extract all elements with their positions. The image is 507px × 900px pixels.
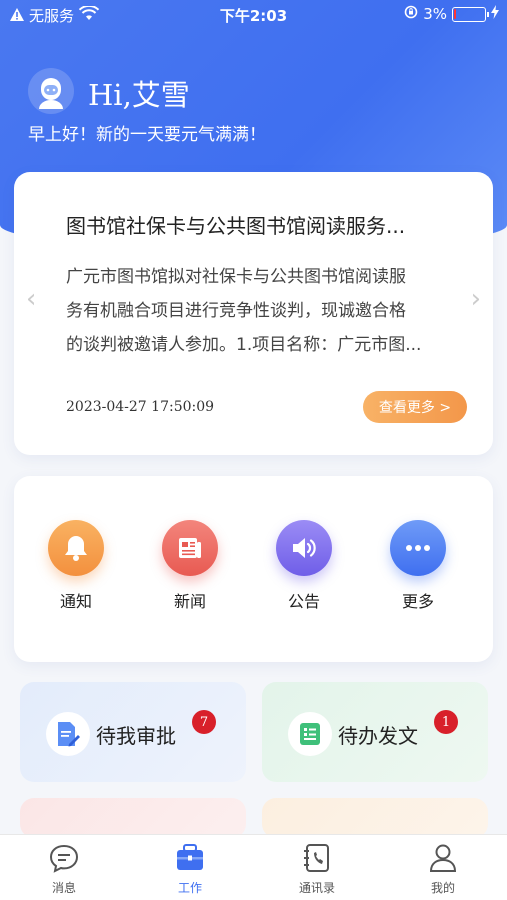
task-label: 待办发文 (338, 724, 418, 748)
count-badge: 1 (434, 710, 458, 734)
speaker-icon (276, 520, 332, 576)
charging-icon (491, 5, 499, 23)
battery-fill (454, 8, 456, 19)
quick-action-news[interactable]: 新闻 (150, 520, 230, 612)
news-title[interactable]: 图书馆社保卡与公共图书馆阅读服务... (66, 210, 466, 239)
status-right: 3% (404, 5, 499, 23)
tab-label: 通讯录 (298, 881, 335, 895)
task-pending-dispatch[interactable]: 待办发文 1 (262, 682, 488, 782)
task-tile-partial[interactable] (20, 798, 246, 838)
quick-action-announcement[interactable]: 公告 (264, 520, 344, 612)
bell-icon (48, 520, 104, 576)
quick-action-notice[interactable]: 通知 (36, 520, 116, 612)
quick-action-more[interactable]: 更多 (378, 520, 458, 612)
quick-action-label: 通知 (59, 592, 92, 611)
user-icon (403, 843, 483, 877)
newspaper-icon (162, 520, 218, 576)
briefcase-icon (150, 843, 230, 877)
news-date: 2023-04-27 17:50:09 (66, 399, 215, 415)
task-pending-approval[interactable]: 待我审批 7 (20, 682, 246, 782)
approval-doc-icon (46, 712, 90, 756)
quick-actions-panel: 通知 新闻 公告 更多 (14, 476, 493, 662)
message-icon (24, 843, 104, 877)
contacts-icon (277, 843, 357, 877)
battery-icon (452, 6, 489, 22)
document-list-icon (288, 712, 332, 756)
quick-action-label: 公告 (287, 592, 320, 611)
task-tile-partial[interactable] (262, 798, 488, 838)
tab-label: 工作 (177, 881, 202, 895)
more-dots-icon (390, 520, 446, 576)
rotation-lock-icon (404, 5, 418, 23)
view-more-button[interactable]: 查看更多 > (363, 391, 467, 423)
chevron-left-icon[interactable]: ‹ (26, 284, 36, 314)
count-badge: 7 (192, 710, 216, 734)
greeting-subtitle: 早上好！新的一天要元气满满！ (28, 125, 266, 145)
chevron-right-icon[interactable]: › (471, 284, 481, 314)
tab-mine[interactable]: 我的 (403, 843, 483, 896)
news-summary-line: 的谈判被邀请人参加。1.项目名称：广元市图... (66, 335, 422, 355)
quick-action-label: 更多 (401, 592, 434, 611)
news-summary-line: 务有机融合项目进行竞争性谈判，现诚邀合格 (66, 301, 406, 321)
tab-messages[interactable]: 消息 (24, 843, 104, 896)
quick-action-label: 新闻 (173, 592, 206, 611)
tab-label: 我的 (430, 881, 455, 895)
news-summary: 广元市图书馆拟对社保卡与公共图书馆阅读服 务有机融合项目进行竞争性谈判，现诚邀合… (66, 260, 466, 362)
news-card[interactable]: ‹ › 图书馆社保卡与公共图书馆阅读服务... 广元市图书馆拟对社保卡与公共图书… (14, 172, 493, 455)
status-bar: 无服务 下午2:03 3% (0, 0, 507, 30)
bottom-tab-bar: 消息 工作 通讯录 我的 (0, 834, 507, 900)
news-summary-line: 广元市图书馆拟对社保卡与公共图书馆阅读服 (66, 267, 406, 287)
task-label: 待我审批 (96, 724, 176, 748)
tab-label: 消息 (51, 881, 76, 895)
battery-percent: 3% (423, 5, 447, 23)
avatar-icon[interactable] (28, 68, 74, 114)
tab-work[interactable]: 工作 (150, 843, 230, 896)
tab-contacts[interactable]: 通讯录 (277, 843, 357, 896)
greeting-title: Hi,艾雪 (88, 78, 190, 112)
